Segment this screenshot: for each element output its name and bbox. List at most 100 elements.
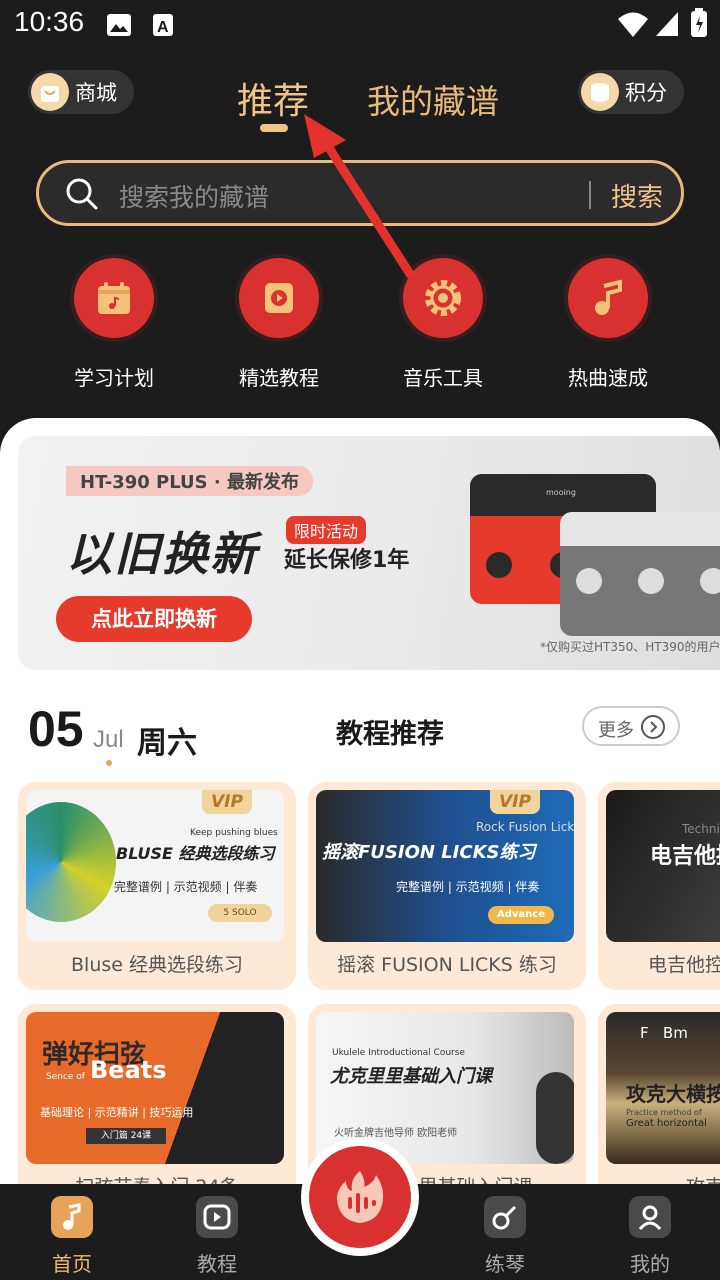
- thumb-big: Beats: [90, 1056, 167, 1084]
- search-divider: [589, 181, 591, 209]
- nav-tutorials[interactable]: 教程: [177, 1196, 257, 1277]
- banner-tag: 限时活动: [286, 516, 367, 544]
- gallery-icon: [107, 14, 131, 36]
- thumb-title: 尤克里里基础入门课: [330, 1066, 492, 1087]
- quick-label: 学习计划: [74, 366, 154, 390]
- nav-label: 教程: [197, 1252, 237, 1276]
- quick-study-plan[interactable]: 学习计划: [54, 258, 174, 391]
- play-icon: [196, 1196, 238, 1238]
- search-input[interactable]: 搜索我的藏谱: [119, 178, 269, 214]
- nav-home[interactable]: 首页: [32, 1196, 112, 1277]
- promo-banner[interactable]: HT-390 PLUS · 最新发布 以旧换新 限时活动 延长保修1年 点此立即…: [18, 436, 720, 670]
- course-thumbnail: VIP Keep pushing blues BLUSE 经典选段练习 完整谱例…: [26, 790, 284, 942]
- course-title: Bluse 经典选段练习: [71, 954, 243, 976]
- course-title: 电吉他控: [648, 954, 720, 976]
- course-thumbnail: Technique 电吉他控: [606, 790, 720, 942]
- guitar-icon: [484, 1196, 526, 1238]
- quick-hot-songs[interactable]: 热曲速成: [548, 258, 668, 391]
- vip-badge: VIP: [490, 790, 540, 814]
- thumb-small: Technique: [682, 822, 720, 836]
- svg-text:A: A: [157, 19, 169, 36]
- content-panel: HT-390 PLUS · 最新发布 以旧换新 限时活动 延长保修1年 点此立即…: [0, 418, 720, 1198]
- tab-recommend[interactable]: 推荐: [237, 72, 309, 124]
- status-time: 10:36: [14, 6, 85, 37]
- user-icon: [629, 1196, 671, 1238]
- thumb-sub: 基础理论 | 示范精讲 | 技巧运用: [40, 1106, 194, 1119]
- ukulele-graphic: [536, 1072, 574, 1164]
- thumb-tag: Advance: [488, 906, 554, 924]
- thumb-sub: Practice method of: [626, 1108, 702, 1117]
- chevron-right-icon: [641, 715, 665, 739]
- shop-bag-icon: [31, 73, 69, 111]
- course-card[interactable]: VIP Rock Fusion Licks 摇滚FUSION LICKS练习 完…: [308, 782, 586, 990]
- course-card[interactable]: F Bm 攻克大横按 Practice method of Great hori…: [598, 1004, 720, 1198]
- course-card[interactable]: 弹好扫弦 Sence of Beats 基础理论 | 示范精讲 | 技巧运用 入…: [18, 1004, 296, 1198]
- flame-logo-icon: [309, 1146, 411, 1248]
- thumb-title: 摇滚FUSION LICKS练习: [322, 842, 536, 863]
- course-title: 摇滚 FUSION LICKS 练习: [337, 954, 557, 976]
- device-gray: [560, 512, 720, 636]
- nav-label: 我的: [630, 1252, 670, 1276]
- tab-my-scores[interactable]: 我的藏谱: [367, 75, 499, 123]
- banner-cta-button[interactable]: 点此立即换新: [56, 596, 252, 642]
- center-action-button[interactable]: [301, 1138, 419, 1256]
- thumb-chords: F Bm: [640, 1024, 688, 1042]
- quick-label: 音乐工具: [403, 366, 483, 390]
- quick-label: 热曲速成: [568, 366, 648, 390]
- banner-footnote: *仅购买过HT350、HT390的用户: [540, 640, 720, 654]
- coins-icon: [581, 73, 619, 111]
- vip-badge: VIP: [202, 790, 252, 814]
- thumb-sub-en: Sence of: [46, 1072, 85, 1082]
- thumb-small: Ukulele Introductional Course: [332, 1048, 465, 1058]
- mall-button[interactable]: 商城: [28, 70, 134, 114]
- thumb-graphic: [26, 802, 116, 922]
- thumb-title: 攻克大横按: [626, 1082, 720, 1106]
- quick-music-tools[interactable]: 音乐工具: [383, 258, 503, 391]
- font-icon: A: [153, 14, 173, 36]
- banner-subtitle: 延长保修1年: [284, 548, 410, 573]
- thumb-sub: 火听金牌吉他导师 欧阳老师: [334, 1128, 458, 1139]
- thumb-small: Rock Fusion Licks: [476, 820, 574, 834]
- course-card[interactable]: VIP Keep pushing blues BLUSE 经典选段练习 完整谱例…: [18, 782, 296, 990]
- course-thumbnail: VIP Rock Fusion Licks 摇滚FUSION LICKS练习 完…: [316, 790, 574, 942]
- quick-label: 精选教程: [239, 366, 319, 390]
- thumb-sub: 完整谱例 | 示范视频 | 伴奏: [396, 880, 540, 894]
- search-bar[interactable]: 搜索我的藏谱 搜索: [36, 160, 684, 226]
- thumb-tag: 入门篇 24课: [86, 1128, 166, 1144]
- more-button[interactable]: 更多: [582, 706, 680, 746]
- music-note-icon: [568, 258, 648, 338]
- battery-icon: [691, 8, 707, 37]
- nav-label: 练琴: [485, 1252, 525, 1276]
- date-day: 05: [28, 701, 84, 757]
- more-label: 更多: [598, 720, 634, 741]
- status-bar: 10:36 A: [0, 0, 720, 52]
- calendar-music-icon: [74, 258, 154, 338]
- thumb-tag: 5 SOLO: [208, 904, 272, 922]
- banner-title: 以旧换新: [66, 527, 258, 581]
- banner-headline: HT-390 PLUS · 最新发布: [66, 466, 313, 496]
- thumb-title: BLUSE 经典选段练习: [116, 844, 275, 863]
- date-weekday: 周六: [137, 726, 197, 761]
- nav-mine[interactable]: 我的: [610, 1196, 690, 1277]
- nav-practice[interactable]: 练琴: [465, 1196, 545, 1277]
- device-brand: mooing: [546, 488, 576, 497]
- course-thumbnail: 弹好扫弦 Sence of Beats 基础理论 | 示范精讲 | 技巧运用 入…: [26, 1012, 284, 1164]
- points-button[interactable]: 积分: [578, 70, 684, 114]
- thumb-sub2: Great horizontal: [626, 1118, 707, 1129]
- tab-active-indicator: [260, 124, 288, 132]
- points-label: 积分: [625, 81, 667, 105]
- thumb-sub: 完整谱例 | 示范视频 | 伴奏: [114, 880, 258, 894]
- section-title: 教程推荐: [336, 719, 444, 750]
- home-music-icon: [51, 1196, 93, 1238]
- date-dot: [106, 760, 112, 766]
- wifi-icon: [618, 12, 648, 37]
- search-button[interactable]: 搜索: [611, 177, 663, 214]
- course-card[interactable]: Technique 电吉他控 电吉他控: [598, 782, 720, 990]
- thumb-title: 电吉他控: [650, 844, 720, 869]
- quick-featured-tutorials[interactable]: 精选教程: [219, 258, 339, 391]
- mall-label: 商城: [75, 81, 117, 105]
- signal-icon: [656, 12, 678, 36]
- date-month: Jul: [93, 726, 124, 753]
- course-thumbnail: F Bm 攻克大横按 Practice method of Great hori…: [606, 1012, 720, 1164]
- video-play-icon: [239, 258, 319, 338]
